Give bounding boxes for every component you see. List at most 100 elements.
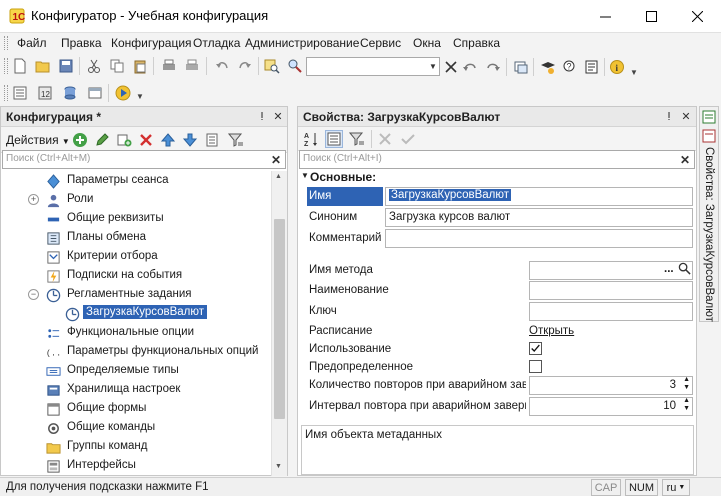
move-up-icon[interactable] [159,131,177,149]
menu-configuration[interactable]: Конфигурация [111,36,192,50]
save-icon[interactable] [57,57,75,75]
learn-icon[interactable] [539,58,557,76]
tree-item-functional-option-params[interactable]: (...) Параметры функциональных опций [1,342,269,361]
method-search-icon[interactable] [678,262,691,278]
search-combo-dropdown-icon[interactable]: ▼ [426,57,440,76]
method-name-field[interactable]: ... [529,261,693,280]
filter-icon[interactable] [227,131,245,149]
property-search-input[interactable]: Поиск (Ctrl+Alt+I) ✕ [299,150,695,169]
tree-search-clear-icon[interactable]: ✕ [269,152,283,167]
tree-scrollbar[interactable]: ▲ ▼ [271,171,287,476]
retry-interval-stepper-icon[interactable]: ▲ ▼ [683,397,690,413]
tree-item-common-commands[interactable]: Общие команды [1,418,269,437]
cut-icon[interactable] [85,57,103,75]
config-tree-icon[interactable] [11,84,29,102]
tree-item-session-params[interactable]: Параметры сеанса [1,171,269,190]
actions-menu[interactable]: Действия ▼ [6,133,70,147]
toolbar-grip[interactable] [4,58,8,74]
menu-windows[interactable]: Окна [413,36,441,50]
minimize-button[interactable] [582,0,628,32]
move-down-icon[interactable] [181,131,199,149]
find-next-icon[interactable] [484,58,502,76]
usage-checkbox[interactable] [529,342,542,355]
info-icon[interactable]: i [608,58,626,76]
edit-icon[interactable] [93,131,111,149]
apply-changes-icon[interactable] [399,130,417,148]
tree-search-input[interactable]: Поиск (Ctrl+Alt+M) ✕ [2,150,286,169]
toolbar2-grip[interactable] [4,85,8,101]
tree-item-event-subscriptions[interactable]: Подписки на события [1,266,269,285]
undo-icon[interactable] [213,57,231,75]
tree-item-filter-criteria[interactable]: Критерии отбора [1,247,269,266]
tree-item-exchange-plans[interactable]: Планы обмена [1,228,269,247]
naming-field[interactable] [529,281,693,300]
language-indicator[interactable]: ru ▼ [662,479,690,496]
menu-file[interactable]: Файл [17,36,47,50]
print-preview-icon[interactable] [183,57,201,75]
collapse-icon[interactable]: − [28,289,39,300]
tree-scrollbar-thumb[interactable] [274,219,285,419]
print-icon[interactable] [160,57,178,75]
predefined-checkbox[interactable] [529,360,542,373]
retry-count-stepper-icon[interactable]: ▲ ▼ [683,376,690,392]
close-panel-icon[interactable]: ✕ [271,109,285,123]
sort-alphabetical-icon[interactable]: AZ [302,130,320,148]
sort-icon[interactable] [203,131,221,149]
database-icon[interactable] [61,84,79,102]
close-panel-icon[interactable]: ✕ [679,109,693,123]
help-search-icon[interactable]: ? [561,58,579,76]
help-contents-icon[interactable] [583,58,601,76]
pin-icon[interactable]: ⵑ [662,109,676,123]
tree-item-common-forms[interactable]: Общие формы [1,399,269,418]
menu-help[interactable]: Справка [453,36,500,50]
expand-icon[interactable]: + [28,194,39,205]
menu-administration[interactable]: Администрирование [245,36,359,50]
tree-item-interfaces[interactable]: Интерфейсы [1,456,269,475]
tree-item-defined-types[interactable]: Определяемые типы [1,361,269,380]
categorized-view-icon[interactable] [325,130,343,148]
maximize-button[interactable] [628,0,674,32]
object-window-icon[interactable] [86,84,104,102]
add-icon[interactable] [71,131,89,149]
redo-icon[interactable] [236,57,254,75]
open-folder-icon[interactable] [34,57,52,75]
tree-item-functional-options[interactable]: Функциональные опции [1,323,269,342]
find-previous-icon[interactable] [461,58,479,76]
schedule-open-link[interactable]: Открыть [529,325,574,337]
clear-search-icon[interactable] [442,58,460,76]
paste-icon[interactable] [131,57,149,75]
windows-icon[interactable] [512,58,530,76]
name-field[interactable]: ЗагрузкаКурсовВалют [385,187,693,206]
tree-item-settings-storages[interactable]: Хранилища настроек [1,380,269,399]
tree-item-scheduled-jobs[interactable]: − Регламентные задания [1,285,269,304]
start-debug-icon[interactable] [114,84,132,102]
module-icon[interactable]: 12 [36,84,54,102]
pin-icon[interactable]: ⵑ [255,109,269,123]
retry-count-field[interactable]: 3 ▲ ▼ [529,376,693,395]
search-combo[interactable] [306,57,440,76]
new-file-icon[interactable] [11,57,29,75]
tree-item-common-attributes[interactable]: Общие реквизиты [1,209,269,228]
scroll-up-icon[interactable]: ▲ [275,173,282,180]
delete-icon[interactable] [137,131,155,149]
method-select-icon[interactable]: ... [664,263,674,275]
menu-service[interactable]: Сервис [360,36,401,50]
find-in-tree-icon[interactable] [263,57,281,75]
section-collapse-icon[interactable]: ▼ [301,171,309,180]
menu-edit[interactable]: Правка [61,36,102,50]
scroll-down-icon[interactable]: ▼ [275,463,282,470]
tree-item-command-groups[interactable]: Группы команд [1,437,269,456]
property-search-clear-icon[interactable]: ✕ [678,152,692,167]
property-filter-icon[interactable] [348,130,366,148]
menu-grip[interactable] [4,36,8,50]
add-group-icon[interactable] [115,131,133,149]
properties-side-tab[interactable]: Свойства: ЗагрузкаКурсовВалют [699,106,719,322]
comment-field[interactable] [385,229,693,248]
cancel-changes-icon[interactable] [376,130,394,148]
retry-interval-field[interactable]: 10 ▲ ▼ [529,397,693,416]
copy-icon[interactable] [108,57,126,75]
key-field[interactable] [529,302,693,321]
tree-item-roles[interactable]: + Роли [1,190,269,209]
synonym-field[interactable]: Загрузка курсов валют [385,208,693,227]
menu-debug[interactable]: Отладка [193,36,240,50]
